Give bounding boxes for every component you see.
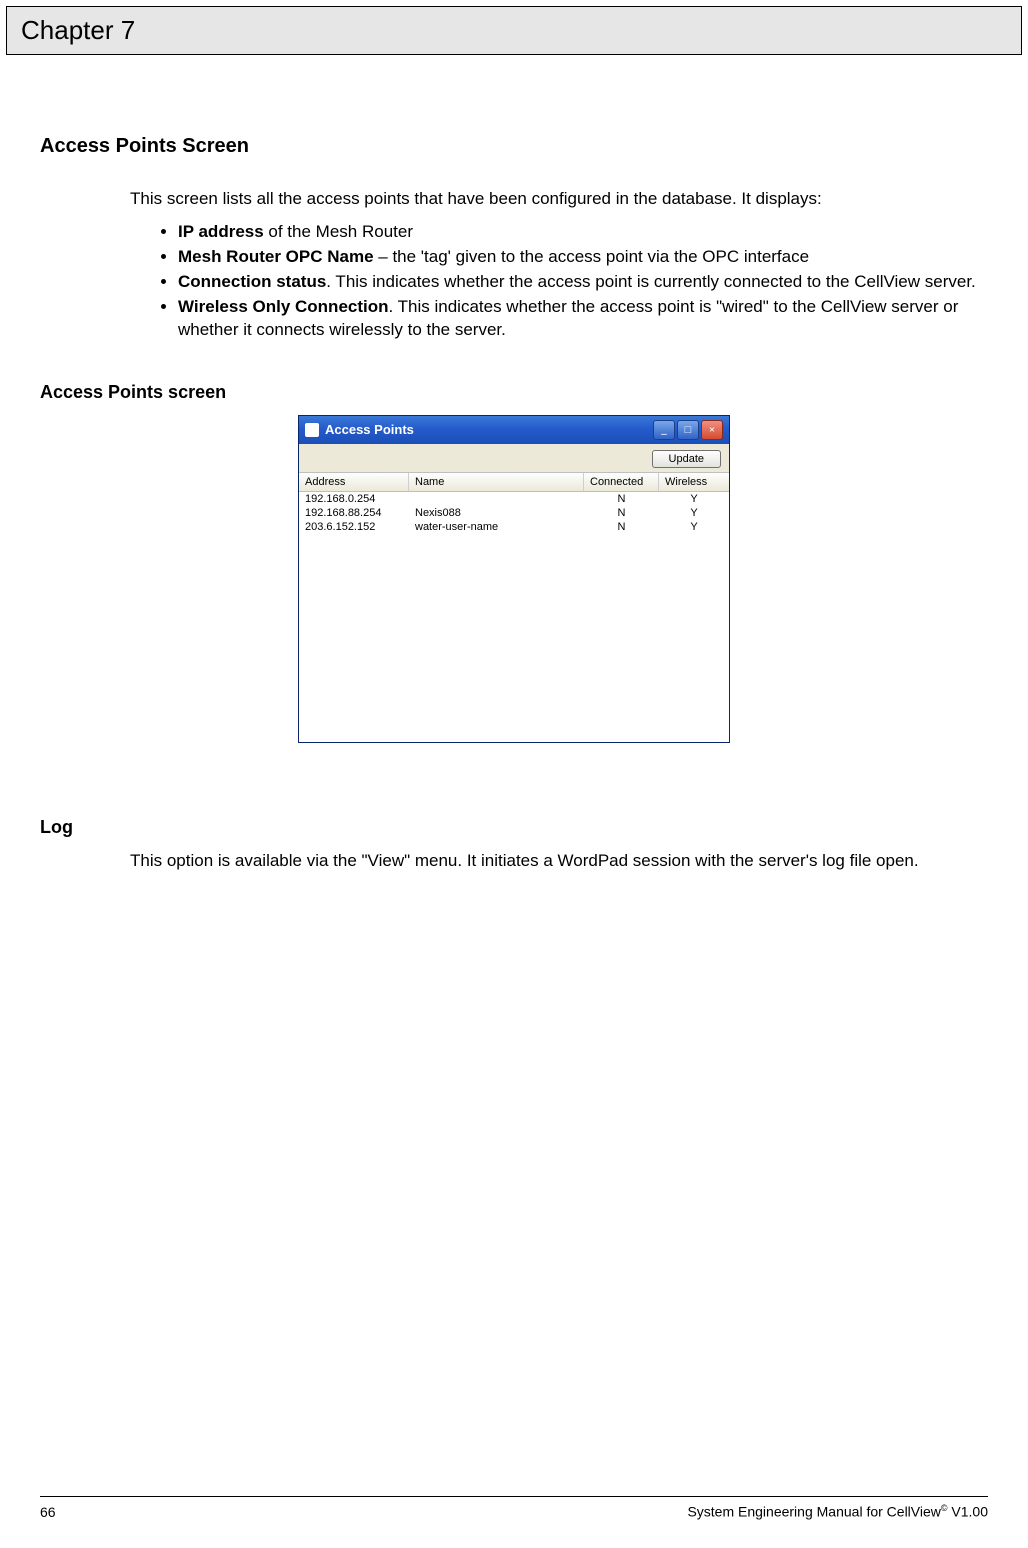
footer-right: System Engineering Manual for CellView© … bbox=[687, 1503, 988, 1520]
app-icon bbox=[305, 423, 319, 437]
update-button[interactable]: Update bbox=[652, 450, 721, 468]
cell-connected: N bbox=[584, 492, 659, 506]
page-content: Access Points Screen This screen lists a… bbox=[0, 55, 1028, 873]
table-row[interactable]: 192.168.0.254 NY bbox=[299, 492, 729, 506]
bullet-bold: Connection status bbox=[178, 272, 326, 291]
screenshot-caption: Access Points screen bbox=[40, 382, 988, 403]
bullet-bold: Mesh Router OPC Name bbox=[178, 247, 374, 266]
access-points-window: Access Points _ □ × Update Address Name … bbox=[298, 415, 730, 743]
bullet-text: . This indicates whether the access poin… bbox=[326, 272, 975, 291]
page-footer: 66 System Engineering Manual for CellVie… bbox=[40, 1496, 988, 1520]
header-name[interactable]: Name bbox=[409, 473, 584, 491]
page-number: 66 bbox=[40, 1504, 56, 1520]
bullet-item: Wireless Only Connection. This indicates… bbox=[178, 296, 988, 342]
window-toolbar: Update bbox=[299, 444, 729, 473]
log-text: This option is available via the "View" … bbox=[130, 850, 988, 873]
bullet-item: IP address of the Mesh Router bbox=[178, 221, 988, 244]
cell-address: 203.6.152.152 bbox=[299, 520, 409, 534]
page: Chapter 7 Access Points Screen This scre… bbox=[0, 6, 1028, 1548]
grid-body: 192.168.0.254NY192.168.88.254Nexis088NY2… bbox=[299, 492, 729, 742]
cell-name: Nexis088 bbox=[409, 506, 584, 520]
cell-connected: N bbox=[584, 520, 659, 534]
cell-wireless: Y bbox=[659, 506, 729, 520]
footer-version: V1.00 bbox=[948, 1504, 988, 1520]
bullet-bold: IP address bbox=[178, 222, 264, 241]
cell-name: water-user-name bbox=[409, 520, 584, 534]
cell-wireless: Y bbox=[659, 520, 729, 534]
bullet-list: IP address of the Mesh Router Mesh Route… bbox=[150, 221, 988, 342]
cell-name bbox=[409, 492, 584, 506]
cell-wireless: Y bbox=[659, 492, 729, 506]
bullet-item: Connection status. This indicates whethe… bbox=[178, 271, 988, 294]
bullet-text: – the 'tag' given to the access point vi… bbox=[374, 247, 810, 266]
minimize-button[interactable]: _ bbox=[653, 420, 675, 440]
cell-address: 192.168.0.254 bbox=[299, 492, 409, 506]
close-button[interactable]: × bbox=[701, 420, 723, 440]
reg-mark: © bbox=[941, 1503, 948, 1513]
maximize-button[interactable]: □ bbox=[677, 420, 699, 440]
chapter-header: Chapter 7 bbox=[6, 6, 1022, 55]
bullet-item: Mesh Router OPC Name – the 'tag' given t… bbox=[178, 246, 988, 269]
cell-connected: N bbox=[584, 506, 659, 520]
titlebar-left: Access Points bbox=[305, 422, 414, 437]
header-address[interactable]: Address bbox=[299, 473, 409, 491]
header-connected[interactable]: Connected bbox=[584, 473, 659, 491]
grid-header-row: Address Name Connected Wireless bbox=[299, 473, 729, 492]
section-intro: This screen lists all the access points … bbox=[130, 188, 988, 211]
window-titlebar: Access Points _ □ × bbox=[299, 416, 729, 444]
bullet-bold: Wireless Only Connection bbox=[178, 297, 389, 316]
cell-address: 192.168.88.254 bbox=[299, 506, 409, 520]
screenshot-wrapper: Access Points _ □ × Update Address Name … bbox=[40, 415, 988, 747]
section-log-title: Log bbox=[40, 817, 988, 838]
bullet-text: of the Mesh Router bbox=[264, 222, 413, 241]
header-wireless[interactable]: Wireless bbox=[659, 473, 729, 491]
section-access-points-title: Access Points Screen bbox=[40, 135, 988, 158]
window-buttons: _ □ × bbox=[653, 420, 723, 440]
window-title: Access Points bbox=[325, 422, 414, 437]
table-row[interactable]: 203.6.152.152water-user-nameNY bbox=[299, 520, 729, 534]
table-row[interactable]: 192.168.88.254Nexis088NY bbox=[299, 506, 729, 520]
footer-product: System Engineering Manual for CellView bbox=[687, 1504, 940, 1520]
